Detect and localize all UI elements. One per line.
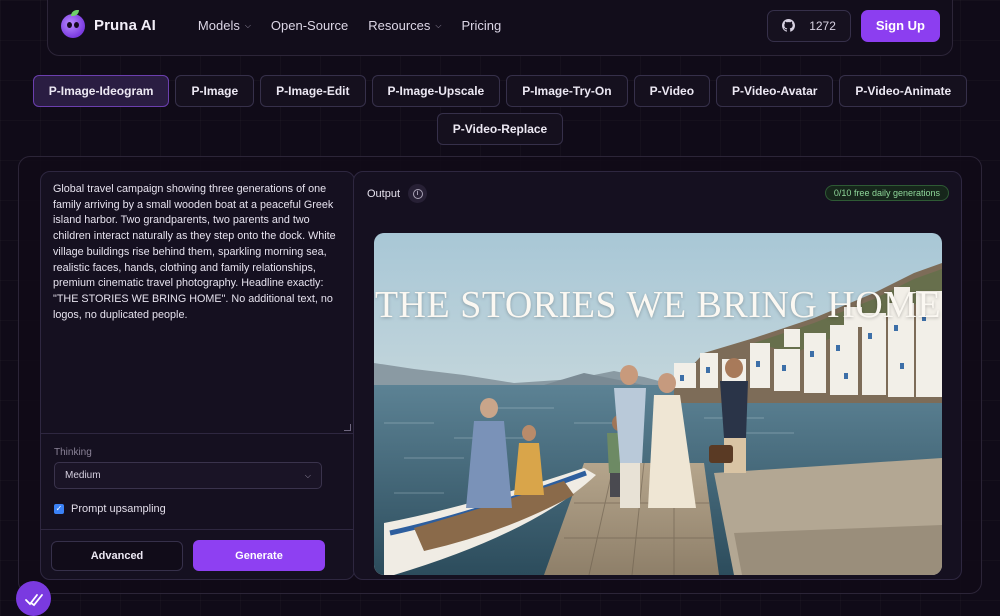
advanced-button[interactable]: Advanced — [51, 541, 183, 571]
prompt-upsampling-label: Prompt upsampling — [71, 503, 166, 515]
sign-up-button[interactable]: Sign Up — [860, 9, 940, 42]
prompt-textarea[interactable]: Global travel campaign showing three gen… — [41, 172, 354, 434]
tab-p-image-upscale[interactable]: P-Image-Upscale — [371, 75, 501, 107]
form-actions: Advanced Generate — [41, 529, 354, 579]
nav-open-source[interactable]: Open-Source — [271, 18, 348, 33]
github-star-count: 1272 — [809, 18, 836, 33]
tab-p-video-animate[interactable]: P-Video-Animate — [839, 75, 968, 107]
daily-generations-badge: 0/10 free daily generations — [824, 185, 949, 201]
thinking-label: Thinking — [54, 447, 92, 458]
prompt-upsampling-option[interactable]: ✓ Prompt upsampling — [54, 503, 166, 515]
model-tabs-row-2: P-Video-Replace — [0, 113, 1000, 145]
generated-image: THE STORIES WE BRING HOME — [374, 233, 942, 575]
thinking-select-value: Medium — [65, 470, 101, 481]
chevron-down-icon: ⌵ — [435, 21, 442, 30]
floating-action-button[interactable] — [16, 581, 51, 616]
info-icon[interactable]: i — [408, 184, 427, 203]
prompt-upsampling-checkbox[interactable]: ✓ — [54, 504, 64, 514]
check-marks-icon — [24, 593, 43, 606]
chevron-down-icon: ⌵ — [244, 21, 251, 30]
tab-p-image[interactable]: P-Image — [175, 75, 255, 107]
nav-models-label: Models — [197, 18, 240, 33]
image-headline-text: THE STORIES WE BRING HOME — [374, 284, 942, 326]
nav-resources[interactable]: Resources ⌵ — [368, 18, 441, 33]
nav-models[interactable]: Models ⌵ — [198, 18, 251, 33]
nav-pricing[interactable]: Pricing — [461, 18, 501, 33]
nav-open-source-label: Open-Source — [270, 18, 349, 33]
github-stars-button[interactable]: 1272 — [767, 9, 851, 42]
output-panel: Output i 0/10 free daily generations THE… — [353, 171, 962, 580]
tab-p-image-edit[interactable]: P-Image-Edit — [260, 75, 366, 107]
nav-resources-label: Resources — [368, 18, 431, 33]
playground-panel: Global travel campaign showing three gen… — [18, 156, 982, 594]
model-tabs-row-1: P-Image-Ideogram P-Image P-Image-Edit P-… — [0, 75, 1000, 107]
generate-button[interactable]: Generate — [193, 540, 325, 571]
nav-links: Models ⌵ Open-Source Resources ⌵ Pricing — [198, 18, 501, 33]
github-icon — [782, 19, 796, 32]
pruna-logo-icon[interactable] — [61, 9, 85, 38]
top-navbar: Pruna AI Models ⌵ Open-Source Resources … — [47, 0, 953, 56]
tab-p-video-avatar[interactable]: P-Video-Avatar — [716, 75, 834, 107]
brand-name[interactable]: Pruna AI — [94, 17, 156, 34]
tab-p-image-ideogram[interactable]: P-Image-Ideogram — [32, 75, 170, 107]
tab-p-image-try-on[interactable]: P-Image-Try-On — [506, 75, 628, 107]
tab-p-video[interactable]: P-Video — [633, 75, 711, 107]
prompt-panel: Global travel campaign showing three gen… — [40, 171, 355, 580]
textarea-resize-handle[interactable] — [344, 424, 351, 431]
thinking-select[interactable]: Medium ⌵ — [54, 462, 322, 489]
nav-pricing-label: Pricing — [461, 18, 502, 33]
output-label: Output — [367, 188, 401, 200]
chevron-down-icon: ⌵ — [304, 470, 311, 480]
tab-p-video-replace[interactable]: P-Video-Replace — [436, 113, 564, 145]
